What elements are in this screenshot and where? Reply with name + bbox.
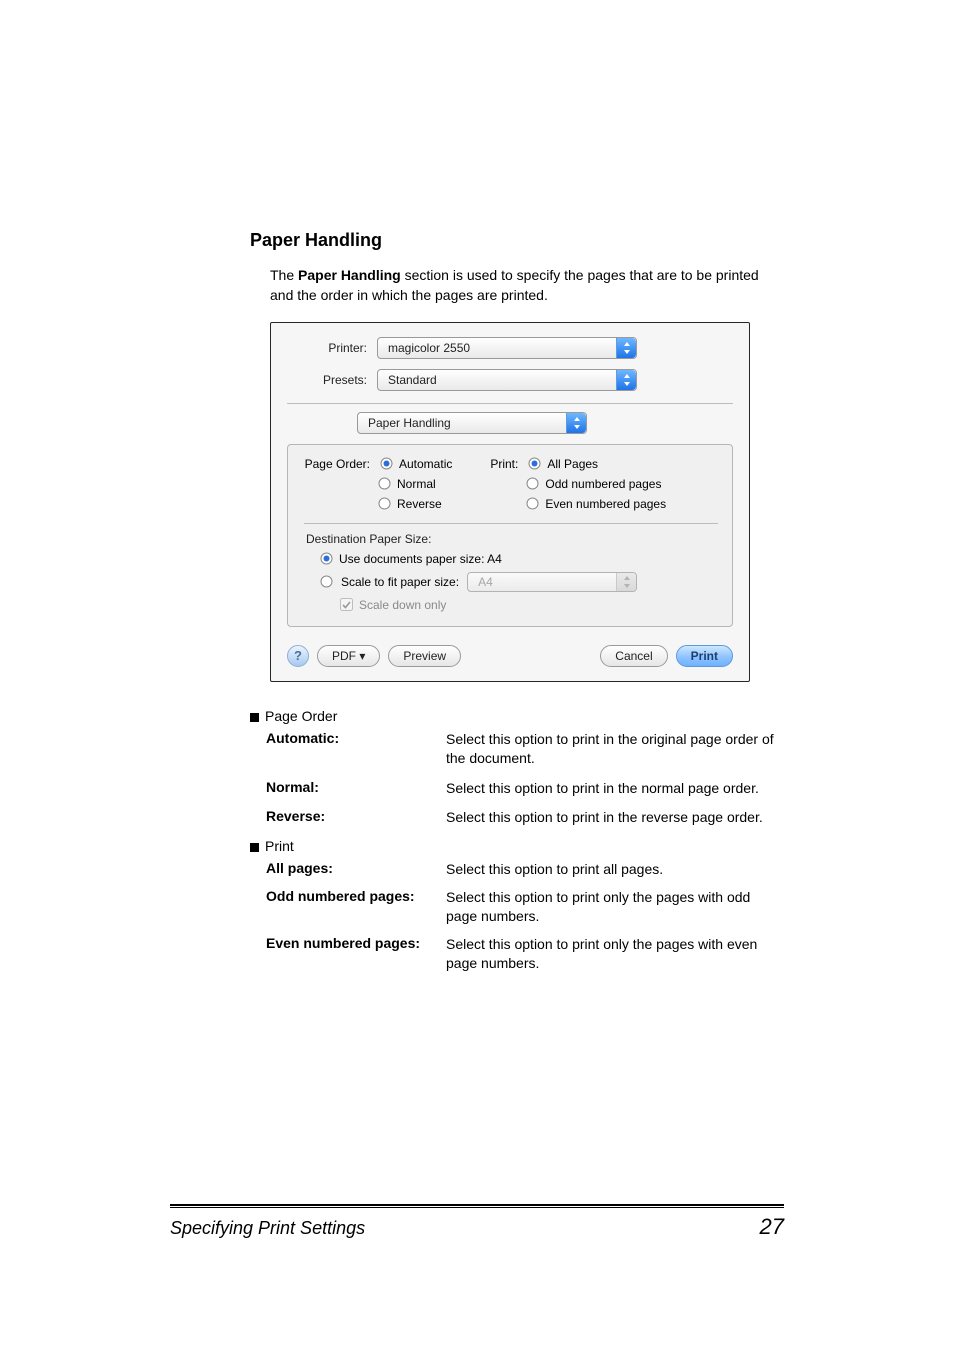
definition-row: Normal: Select this option to print in t… — [266, 779, 784, 799]
radio-use-doc-size-label: Use documents paper size: A4 — [339, 552, 502, 566]
scale-paper-select: A4 — [467, 572, 637, 592]
pane-select-value: Paper Handling — [358, 416, 566, 430]
def-term: Reverse: — [266, 808, 438, 828]
checkbox-scale-down-only-label: Scale down only — [359, 598, 446, 612]
def-desc: Select this option to print in the origi… — [446, 730, 784, 769]
radio-even-pages[interactable] — [526, 497, 539, 510]
bullet-icon — [250, 713, 259, 722]
cancel-button[interactable]: Cancel — [600, 645, 667, 667]
chevron-updown-icon — [566, 413, 586, 433]
radio-all-pages-label: All Pages — [547, 457, 598, 471]
definition-row: Reverse: Select this option to print in … — [266, 808, 784, 828]
printer-select[interactable]: magicolor 2550 — [377, 337, 637, 359]
radio-automatic[interactable] — [380, 457, 393, 470]
def-desc: Select this option to print in the rever… — [446, 808, 763, 828]
def-term: Automatic: — [266, 730, 438, 769]
def-desc: Select this option to print only the pag… — [446, 935, 784, 974]
printer-label: Printer: — [287, 341, 377, 355]
section-intro: The Paper Handling section is used to sp… — [250, 265, 784, 306]
def-term: All pages: — [266, 860, 438, 880]
definition-row: Even numbered pages: Select this option … — [266, 935, 784, 974]
radio-normal-label: Normal — [397, 477, 436, 491]
definition-row: Odd numbered pages: Select this option t… — [266, 888, 784, 927]
presets-label: Presets: — [287, 373, 377, 387]
page-order-label: Page Order: — [304, 457, 374, 471]
footer-title: Specifying Print Settings — [170, 1218, 365, 1239]
radio-reverse-label: Reverse — [397, 497, 442, 511]
pdf-menu-button[interactable]: PDF ▾ — [317, 645, 380, 667]
section-heading: Paper Handling — [250, 230, 784, 251]
print-button[interactable]: Print — [676, 645, 733, 667]
radio-odd-pages[interactable] — [526, 477, 539, 490]
radio-automatic-label: Automatic — [399, 457, 452, 471]
radio-use-doc-size[interactable] — [320, 552, 333, 565]
presets-select[interactable]: Standard — [377, 369, 637, 391]
dialog-button-row: ? PDF ▾ Preview Cancel Print — [287, 645, 733, 667]
divider — [287, 403, 733, 404]
pane-select[interactable]: Paper Handling — [357, 412, 587, 434]
printer-select-value: magicolor 2550 — [378, 341, 616, 355]
page-order-definitions: Automatic: Select this option to print i… — [266, 730, 784, 828]
radio-odd-pages-label: Odd numbered pages — [545, 477, 661, 491]
print-definitions: All pages: Select this option to print a… — [266, 860, 784, 974]
def-desc: Select this option to print all pages. — [446, 860, 663, 880]
def-desc: Select this option to print only the pag… — [446, 888, 784, 927]
divider — [304, 523, 718, 524]
def-term: Odd numbered pages: — [266, 888, 438, 927]
page-footer: Specifying Print Settings 27 — [170, 1204, 784, 1240]
print-label: Print: — [488, 457, 522, 471]
definition-row: Automatic: Select this option to print i… — [266, 730, 784, 769]
checkbox-scale-down-only — [340, 598, 353, 611]
destination-paper-size-label: Destination Paper Size: — [304, 532, 718, 546]
footer-rule — [170, 1204, 784, 1208]
intro-bold: Paper Handling — [298, 267, 401, 283]
radio-all-pages[interactable] — [528, 457, 541, 470]
scale-paper-value: A4 — [468, 575, 616, 589]
chevron-updown-icon — [616, 573, 636, 591]
def-term: Even numbered pages: — [266, 935, 438, 974]
print-dialog: Printer: magicolor 2550 Presets: Standar… — [270, 322, 750, 682]
chevron-updown-icon — [616, 338, 636, 358]
footer-page-number: 27 — [760, 1214, 784, 1240]
radio-reverse[interactable] — [378, 497, 391, 510]
definition-row: All pages: Select this option to print a… — [266, 860, 784, 880]
radio-normal[interactable] — [378, 477, 391, 490]
presets-select-value: Standard — [378, 373, 616, 387]
def-term: Normal: — [266, 779, 438, 799]
list-heading-print: Print — [265, 838, 294, 854]
bullet-icon — [250, 843, 259, 852]
help-button[interactable]: ? — [287, 645, 309, 667]
inner-panel: Page Order: Automatic Normal — [287, 444, 733, 627]
list-heading-page-order: Page Order — [265, 708, 337, 724]
preview-button[interactable]: Preview — [388, 645, 461, 667]
intro-pre: The — [270, 267, 298, 283]
chevron-updown-icon — [616, 370, 636, 390]
radio-scale-to-fit-label: Scale to fit paper size: — [341, 575, 459, 589]
radio-scale-to-fit[interactable] — [320, 575, 333, 588]
def-desc: Select this option to print in the norma… — [446, 779, 759, 799]
radio-even-pages-label: Even numbered pages — [545, 497, 666, 511]
